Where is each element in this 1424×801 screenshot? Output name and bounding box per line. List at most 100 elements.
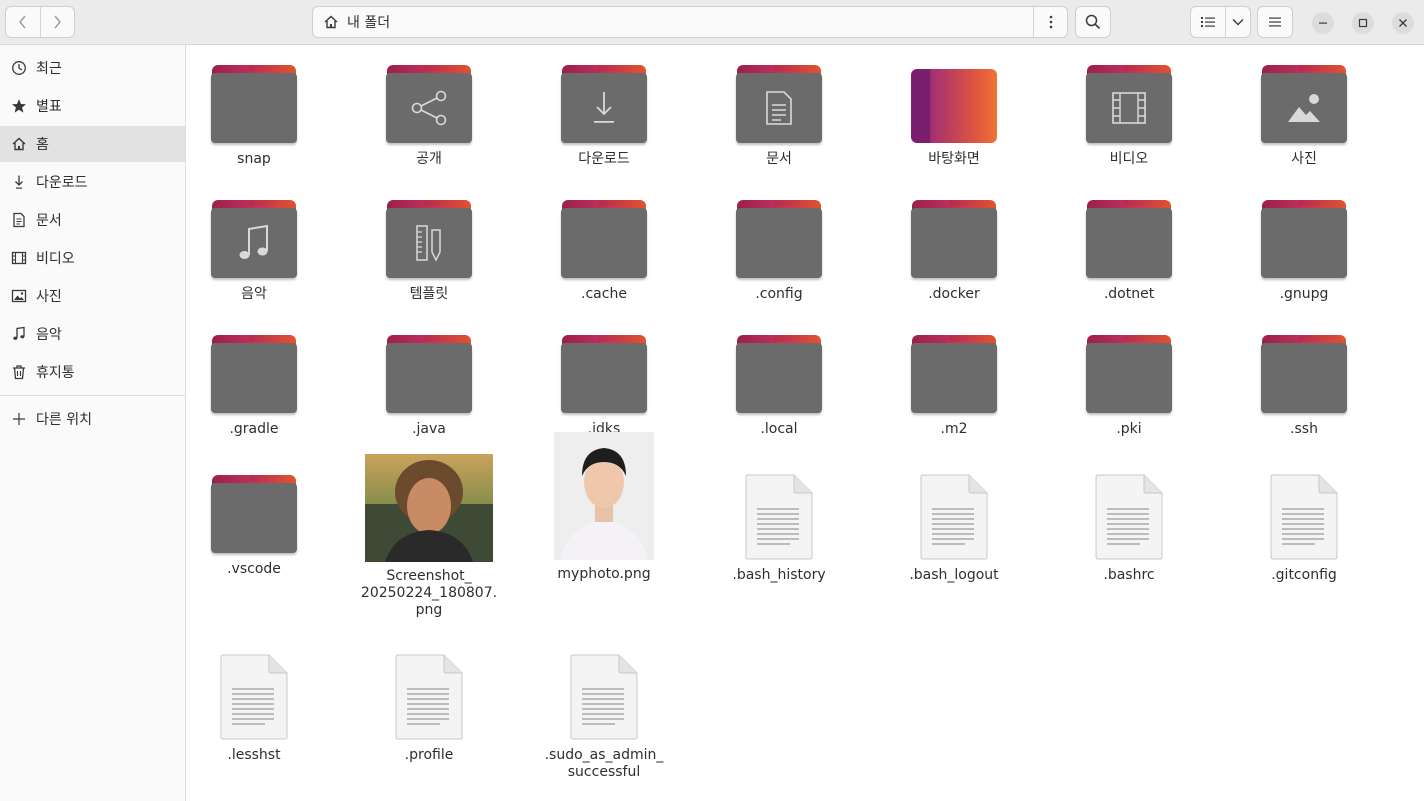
- file-item-myphoto-png[interactable]: myphoto.png: [534, 432, 674, 583]
- folder-item-dotnet[interactable]: .dotnet: [1059, 200, 1199, 303]
- main-menu-button[interactable]: [1257, 6, 1293, 38]
- back-button[interactable]: [6, 7, 40, 37]
- file-name-label: .vscode: [227, 561, 281, 577]
- maximize-button[interactable]: [1352, 12, 1374, 34]
- folder-item-snap[interactable]: snap: [184, 65, 324, 168]
- close-icon: [1399, 19, 1407, 27]
- vertical-dots-icon: [1049, 15, 1052, 29]
- path-label: 내 폴더: [347, 15, 391, 31]
- folder-icon: [211, 475, 297, 555]
- folder-item-desktop[interactable]: 바탕화면: [884, 65, 1024, 168]
- breadcrumb[interactable]: 내 폴더: [313, 12, 1033, 32]
- folder-item-music[interactable]: 음악: [184, 200, 324, 303]
- document-icon: [11, 212, 27, 228]
- folder-item-videos[interactable]: 비디오: [1059, 65, 1199, 168]
- folder-item-jdks[interactable]: .jdks: [534, 335, 674, 438]
- folder-item-templates[interactable]: 템플릿: [359, 200, 499, 303]
- file-name-label: 다운로드: [578, 151, 630, 167]
- folder-item-vscode[interactable]: .vscode: [184, 475, 324, 578]
- list-view-icon: [1201, 17, 1215, 27]
- folder-item-pki[interactable]: .pki: [1059, 335, 1199, 438]
- folder-item-gradle[interactable]: .gradle: [184, 335, 324, 438]
- file-item-gitconfig[interactable]: .gitconfig: [1234, 474, 1374, 584]
- search-button[interactable]: [1075, 6, 1111, 38]
- sidebar-item-home[interactable]: 홈: [0, 126, 185, 162]
- path-menu-button[interactable]: [1033, 7, 1067, 37]
- sidebar-item-label: 음악: [36, 327, 62, 343]
- folder-icon: [1261, 335, 1347, 415]
- sidebar-item-pictures[interactable]: 사진: [0, 278, 185, 314]
- file-grid: snap 공개 다운로드 문서 바탕화면 비디오 사진음악 템플릿 .cache .config.…: [187, 45, 1424, 801]
- folder-icon: [386, 335, 472, 415]
- folder-item-ssh[interactable]: .ssh: [1234, 335, 1374, 438]
- chevron-right-icon: [54, 15, 62, 29]
- sidebar-item-recent[interactable]: 최근: [0, 50, 185, 86]
- folder-item-config[interactable]: .config: [709, 200, 849, 303]
- image-thumbnail: [365, 454, 493, 562]
- sidebar-item-starred[interactable]: 별표: [0, 88, 185, 124]
- home-icon: [11, 136, 27, 152]
- folder-icon: [1086, 335, 1172, 415]
- folder-item-pictures[interactable]: 사진: [1234, 65, 1374, 168]
- file-name-label: .gnupg: [1279, 286, 1329, 302]
- file-name-label: .pki: [1116, 421, 1142, 437]
- folder-item-local[interactable]: .local: [709, 335, 849, 438]
- file-name-label: 음악: [241, 286, 267, 302]
- folder-item-m2[interactable]: .m2: [884, 335, 1024, 438]
- file-name-label: .java: [412, 421, 446, 437]
- file-name-label: 문서: [766, 151, 792, 167]
- view-options-button[interactable]: [1225, 7, 1250, 37]
- file-name-label: .local: [760, 421, 798, 437]
- share-icon: [411, 90, 447, 126]
- sidebar-item-music[interactable]: 음악: [0, 316, 185, 352]
- chevron-left-icon: [18, 15, 26, 29]
- sidebar-item-documents[interactable]: 문서: [0, 202, 185, 238]
- folder-item-documents[interactable]: 문서: [709, 65, 849, 168]
- forward-button[interactable]: [39, 7, 75, 37]
- sidebar-item-downloads[interactable]: 다운로드: [0, 164, 185, 200]
- file-item-lesshst[interactable]: .lesshst: [184, 654, 324, 764]
- file-name-label: .sudo_as_admin_ successful: [544, 747, 664, 780]
- sidebar-item-label: 비디오: [36, 251, 75, 267]
- folder-item-downloads[interactable]: 다운로드: [534, 65, 674, 168]
- folder-item-cache[interactable]: .cache: [534, 200, 674, 303]
- folder-icon: [386, 200, 472, 280]
- file-item-bashrc[interactable]: .bashrc: [1059, 474, 1199, 584]
- header-bar: 내 폴더: [0, 0, 1424, 45]
- folder-icon: [1261, 65, 1347, 145]
- minimize-button[interactable]: [1312, 12, 1334, 34]
- file-name-label: .profile: [404, 747, 454, 763]
- sidebar-item-label: 휴지통: [36, 365, 75, 381]
- search-icon: [1085, 14, 1101, 30]
- navigation-buttons: [5, 6, 75, 38]
- folder-icon: [561, 65, 647, 145]
- file-item-bash-history[interactable]: .bash_history: [709, 473, 849, 584]
- path-bar[interactable]: 내 폴더: [312, 6, 1068, 38]
- close-button[interactable]: [1392, 12, 1414, 34]
- file-item-sudo-as-admin-successful[interactable]: .sudo_as_admin_ successful: [534, 654, 674, 781]
- sidebar: 최근 별표 홈 다운로드 문서 비디오 사진 음악 휴지통 다른 위치: [0, 45, 186, 801]
- file-item-bash-logout[interactable]: .bash_logout: [884, 474, 1024, 584]
- folder-icon: [211, 335, 297, 415]
- folder-icon: [1261, 200, 1347, 280]
- folder-item-docker[interactable]: .docker: [884, 200, 1024, 303]
- file-name-label: Screenshot_ 20250224_180807. png: [360, 568, 498, 618]
- file-name-label: 사진: [1291, 151, 1317, 167]
- file-item-screenshot-png[interactable]: Screenshot_ 20250224_180807. png: [359, 454, 499, 619]
- document-icon: [766, 91, 792, 125]
- folder-icon: [211, 65, 297, 145]
- folder-item-gnupg[interactable]: .gnupg: [1234, 200, 1374, 303]
- file-item-profile[interactable]: .profile: [359, 654, 499, 764]
- list-view-button[interactable]: [1191, 7, 1225, 37]
- sidebar-item-videos[interactable]: 비디오: [0, 240, 185, 276]
- file-name-label: 템플릿: [409, 286, 449, 302]
- sidebar-item-other-locations[interactable]: 다른 위치: [0, 401, 185, 437]
- folder-icon: [561, 200, 647, 280]
- text-file-icon: [744, 473, 814, 561]
- sidebar-item-trash[interactable]: 휴지통: [0, 354, 185, 390]
- folder-item-public[interactable]: 공개: [359, 65, 499, 168]
- folder-icon: [736, 200, 822, 280]
- file-name-label: .ssh: [1290, 421, 1318, 437]
- sidebar-item-label: 다운로드: [36, 175, 88, 191]
- folder-item-java[interactable]: .java: [359, 335, 499, 438]
